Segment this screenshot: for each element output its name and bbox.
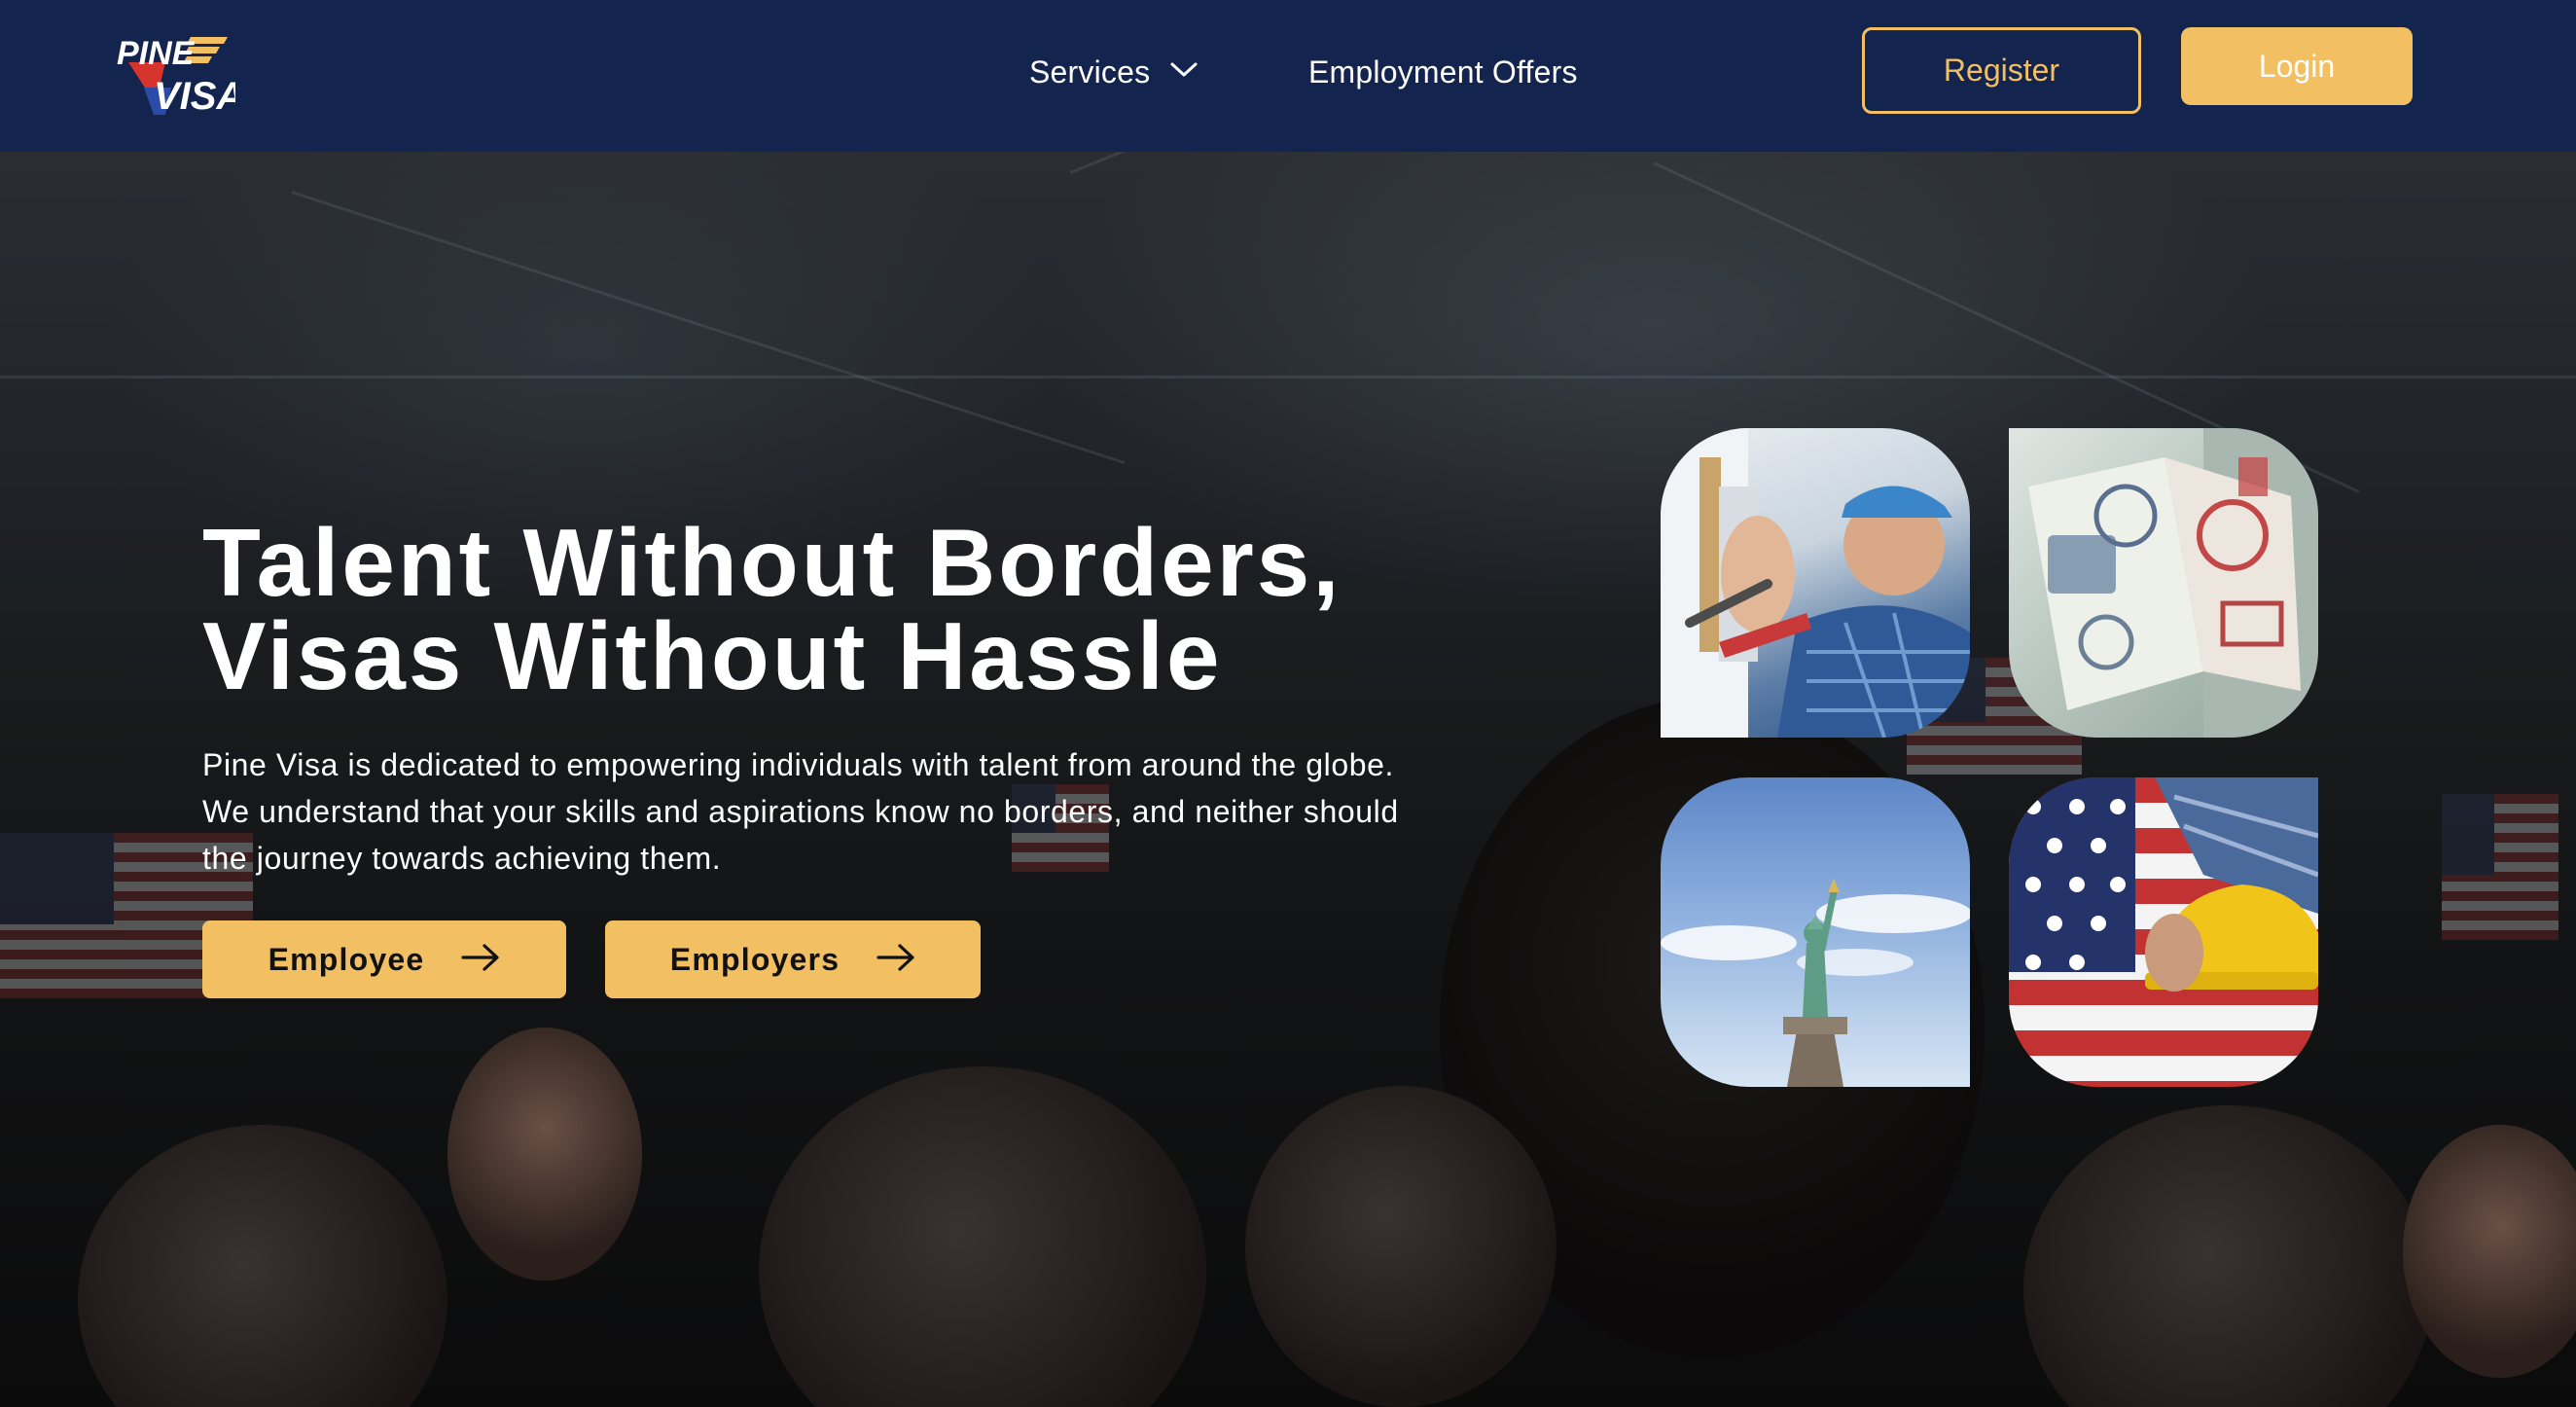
register-button-label: Register: [1943, 53, 2060, 88]
logo-mark: PINE VISA: [117, 35, 244, 118]
nav-services-label: Services: [1029, 54, 1151, 90]
register-button[interactable]: Register: [1862, 27, 2141, 114]
hero-title-line1: Talent Without Borders,: [202, 509, 1342, 616]
login-button[interactable]: Login: [2181, 27, 2413, 105]
employee-button[interactable]: Employee: [202, 920, 566, 998]
logo-text-line2: VISA: [154, 75, 235, 115]
worker-with-wrench-photo: [1661, 428, 1970, 738]
employee-button-label: Employee: [268, 941, 425, 977]
logo-text-line1: PINE: [117, 35, 196, 72]
arrow-right-icon: [877, 943, 915, 976]
pine-visa-logo[interactable]: PINE VISA: [115, 33, 244, 118]
login-button-label: Login: [2258, 48, 2336, 84]
nav-services-dropdown[interactable]: Services: [1029, 54, 1199, 90]
nav-employment-offers[interactable]: Employment Offers: [1308, 54, 1578, 90]
hero-title-line2: Visas Without Hassle: [202, 602, 1223, 709]
chevron-down-icon: [1169, 61, 1199, 84]
employers-button[interactable]: Employers: [605, 920, 981, 998]
hero-title: Talent Without Borders, Visas Without Ha…: [202, 509, 1467, 709]
american-flag-hard-hat-photo: [2009, 777, 2318, 1087]
hero-description: Pine Visa is dedicated to empowering ind…: [202, 747, 1399, 876]
arrow-right-icon: [461, 943, 500, 976]
employers-button-label: Employers: [669, 941, 841, 977]
passport-stamps-photo: [2009, 428, 2318, 738]
statue-of-liberty-photo: [1661, 777, 1970, 1087]
top-navbar: PINE VISA Services Employment Offers Reg…: [0, 0, 2576, 152]
nav-employment-offers-label: Employment Offers: [1308, 54, 1578, 90]
